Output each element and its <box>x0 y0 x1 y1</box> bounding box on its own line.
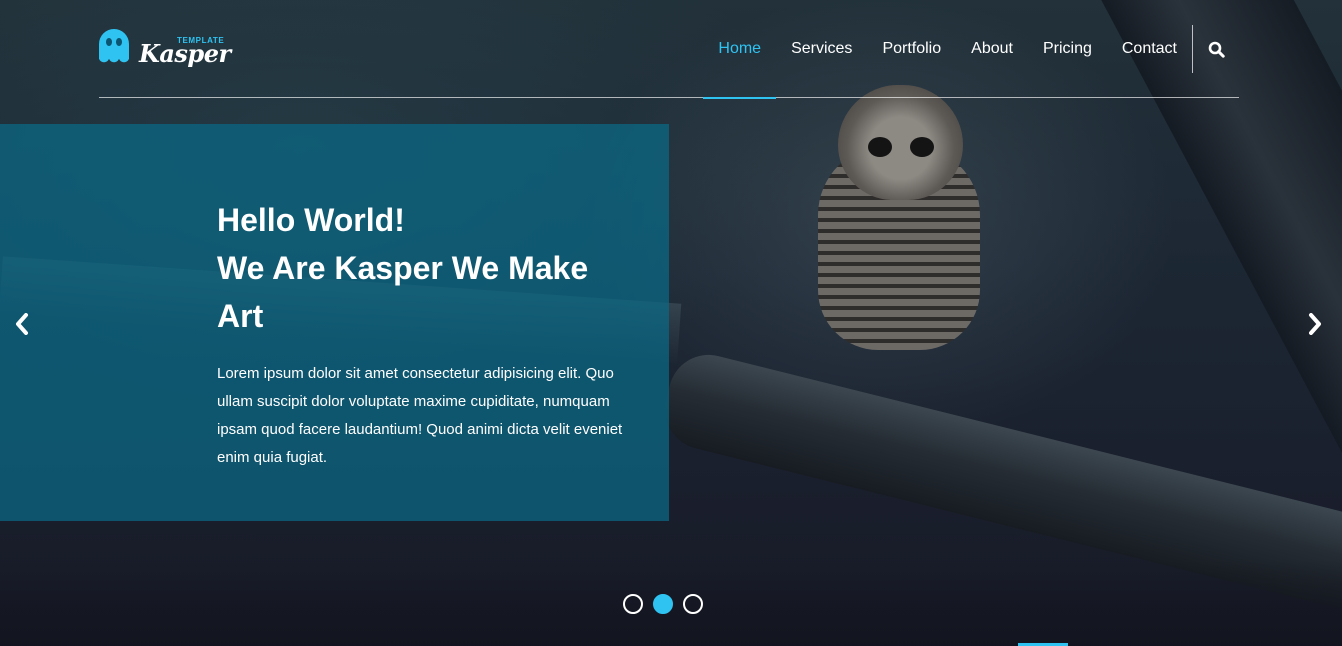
chevron-left-icon <box>16 313 28 335</box>
slider-dots <box>623 594 703 614</box>
hero-title-line: Art <box>217 298 264 334</box>
hero-title-line: Hello World! <box>217 202 405 238</box>
search-button[interactable] <box>1193 25 1239 73</box>
hero-title-line: We Are Kasper We Make <box>217 250 589 286</box>
nav-item-pricing[interactable]: Pricing <box>1028 24 1107 74</box>
slider-dot-2[interactable] <box>653 594 673 614</box>
hero-caption-panel: Hello World! We Are Kasper We Make Art L… <box>0 124 669 521</box>
nav-item-home[interactable]: Home <box>703 24 776 99</box>
main-nav: Home Services Portfolio About Pricing Co… <box>703 24 1239 99</box>
site-header: TEMPLATE Kasper Home Services Portfolio … <box>99 0 1239 99</box>
nav-item-portfolio[interactable]: Portfolio <box>867 24 956 74</box>
hero-title: Hello World! We Are Kasper We Make Art <box>217 196 637 340</box>
nav-item-services[interactable]: Services <box>776 24 867 74</box>
ghost-icon <box>99 29 129 65</box>
search-icon <box>1208 41 1225 58</box>
logo-wordmark: TEMPLATE Kasper <box>139 27 231 68</box>
slider-next-button[interactable] <box>1303 310 1327 338</box>
nav-item-about[interactable]: About <box>956 24 1028 74</box>
slider-dot-1[interactable] <box>623 594 643 614</box>
hero-description: Lorem ipsum dolor sit amet consectetur a… <box>217 365 623 466</box>
slider-dot-3[interactable] <box>683 594 703 614</box>
logo-name: Kasper <box>139 39 231 68</box>
chevron-right-icon <box>1309 313 1321 335</box>
site-logo[interactable]: TEMPLATE Kasper <box>99 27 231 68</box>
owl-image <box>818 85 980 353</box>
nav-item-contact[interactable]: Contact <box>1107 24 1192 74</box>
slider-prev-button[interactable] <box>10 310 34 338</box>
